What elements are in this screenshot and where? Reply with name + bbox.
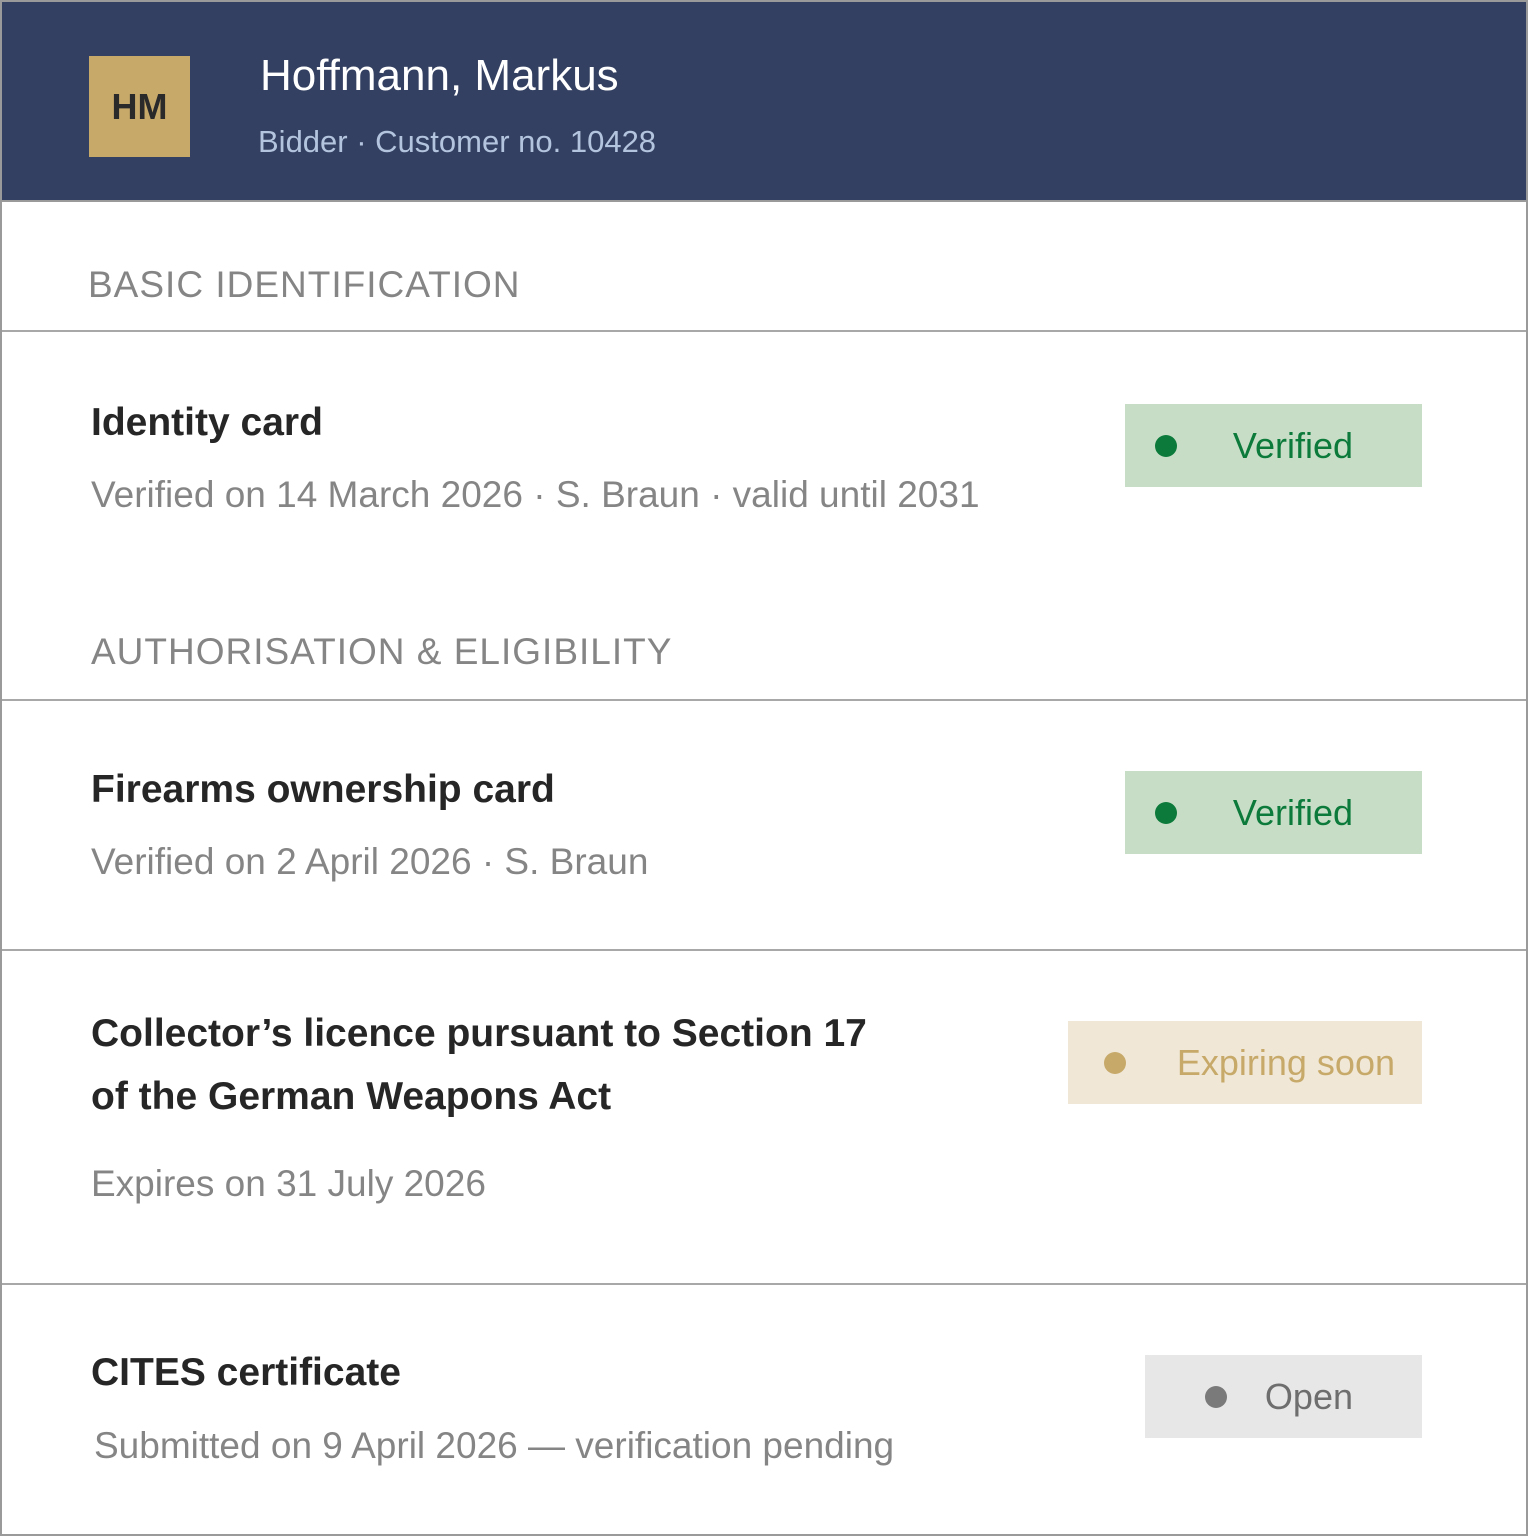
status-badge-label: Expiring soon [1176,1042,1395,1083]
document-title: Firearms ownership card [91,768,555,811]
document-title-line-2: of the German Weapons Act [91,1075,612,1118]
status-badge-label: Verified [1232,792,1353,833]
status-dot-icon [1155,802,1177,824]
section-heading-authorisation-eligibility: AUTHORISATION & ELIGIBILITY [91,631,673,672]
bidder-name: Hoffmann, Markus [260,51,619,100]
document-meta: Submitted on 9 April 2026 — verification… [94,1425,895,1466]
status-badge-verified: Verified [1125,771,1422,854]
divider [2,1283,1526,1285]
divider [2,699,1526,701]
document-title-line-1: Collector’s licence pursuant to Section … [91,1012,867,1055]
status-dot-icon [1155,435,1177,457]
document-meta: Verified on 14 March 2026 · S. Braun · v… [91,474,980,515]
divider [2,949,1526,951]
bidder-verification-card: HM Hoffmann, Markus Bidder · Customer no… [0,0,1528,1536]
document-meta: Expires on 31 July 2026 [91,1163,486,1204]
status-badge-expiring-soon: Expiring soon [1068,1021,1422,1104]
status-badge-verified: Verified [1125,404,1422,487]
status-badge-label: Verified [1232,425,1353,466]
profile-header: HM Hoffmann, Markus Bidder · Customer no… [2,2,1526,202]
status-dot-icon [1205,1386,1227,1408]
status-dot-icon [1104,1052,1126,1074]
bidder-customer-info: Bidder · Customer no. 10428 [258,124,657,159]
section-heading-basic-identification: BASIC IDENTIFICATION [88,264,521,305]
status-badge-open: Open [1145,1355,1422,1438]
document-meta: Verified on 2 April 2026 · S. Braun [91,841,649,882]
status-badge-label: Open [1264,1376,1353,1417]
divider [2,330,1526,332]
document-title: Identity card [91,401,323,444]
document-title: CITES certificate [91,1351,401,1394]
avatar: HM [89,56,190,157]
